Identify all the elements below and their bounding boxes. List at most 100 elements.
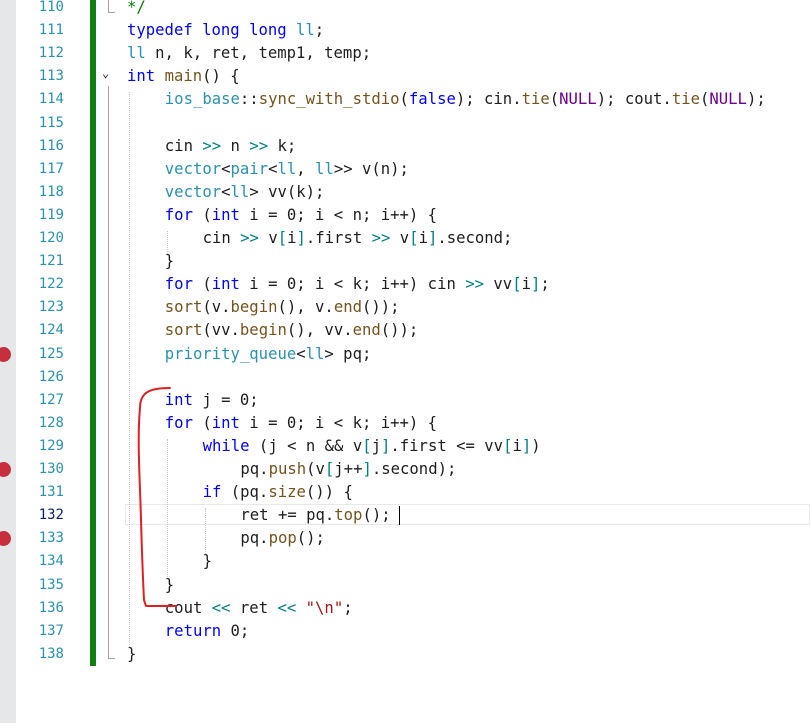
code-line[interactable]: int main() {: [127, 65, 240, 88]
code-line[interactable]: }: [203, 550, 212, 573]
code-token: <<: [211, 598, 231, 617]
code-token: 0;: [221, 621, 250, 640]
code-line[interactable]: while (j < n && v[j].first <= vv[i]): [203, 435, 541, 458]
code-token: false: [408, 90, 456, 109]
code-line[interactable]: pq.push(v[j++].second);: [240, 458, 456, 481]
code-line[interactable]: for (int i = 0; i < k; i++) cin >> vv[i]…: [165, 273, 550, 296]
code-token: (: [399, 90, 409, 109]
line-number: 123: [38, 299, 64, 316]
code-token: vv: [484, 275, 513, 294]
code-line[interactable]: ios_base::sync_with_stdio(false); cin.ti…: [165, 88, 766, 111]
code-token: pop: [268, 529, 297, 548]
line-number: 116: [38, 137, 64, 154]
code-token: begin: [230, 298, 278, 317]
code-token: tie: [521, 90, 550, 109]
line-number: 119: [38, 206, 64, 223]
text-caret: [399, 506, 400, 525]
code-line[interactable]: typedef long long ll;: [127, 19, 324, 42]
code-token: top: [334, 506, 363, 525]
fold-guide-main: [108, 86, 109, 658]
code-token: ]: [530, 275, 541, 294]
code-token: int: [127, 67, 156, 86]
line-number: 138: [38, 645, 64, 662]
code-token: v: [390, 229, 410, 247]
fold-guide-top: [108, 0, 109, 12]
fold-guide-end-top: [108, 12, 115, 13]
code-token: ret: [230, 598, 278, 617]
code-line[interactable]: vector<pair<ll, ll>> v(n);: [165, 158, 409, 181]
indent-guide: [129, 92, 130, 647]
code-token: );: [746, 90, 766, 109]
code-token: size: [268, 483, 306, 502]
current-line-highlight: [125, 504, 810, 525]
code-token: >> v(n);: [333, 159, 409, 178]
code-token: long: [202, 21, 240, 40]
code-line[interactable]: ll n, k, ret, temp1, temp;: [127, 42, 371, 65]
line-number: 128: [38, 414, 64, 431]
breakpoint-margin[interactable]: [0, 0, 16, 723]
code-line[interactable]: int j = 0;: [165, 389, 259, 412]
code-token: ;: [314, 21, 325, 40]
line-number: 112: [38, 45, 64, 62]
code-token: NULL: [559, 90, 597, 109]
code-token: i: [287, 229, 297, 247]
code-token: main: [164, 67, 203, 86]
code-token: >>: [240, 229, 259, 247]
code-line[interactable]: }: [127, 643, 136, 666]
code-line[interactable]: for (int i = 0; i < k; i++) {: [165, 412, 437, 435]
indent-guide: [204, 508, 206, 555]
code-token: ); cout.: [596, 90, 672, 109]
code-line[interactable]: cout << ret << "\n";: [165, 597, 353, 620]
code-token: cin: [202, 229, 241, 247]
code-token: ll: [277, 159, 297, 178]
code-token: int: [211, 275, 240, 294]
code-line[interactable]: if (pq.size()) {: [203, 481, 353, 504]
code-token: NULL: [709, 90, 747, 109]
code-token: pq.: [240, 529, 269, 548]
code-line[interactable]: }: [165, 250, 174, 273]
code-token: ;: [540, 275, 550, 294]
code-line[interactable]: }: [165, 574, 174, 597]
code-token: >>: [249, 136, 269, 155]
code-token: > vv(k);: [249, 182, 325, 201]
line-number: 126: [38, 368, 64, 385]
code-token: <: [221, 182, 231, 201]
code-token: >>: [465, 275, 485, 294]
code-line[interactable]: vector<ll> vv(k);: [165, 181, 325, 204]
code-token: ): [531, 436, 541, 455]
code-token: vector: [164, 182, 222, 201]
code-token: (: [549, 90, 560, 109]
code-token: "\n": [305, 598, 344, 617]
chevron-down-icon[interactable]: ⌄: [102, 66, 109, 80]
code-token: ,: [296, 159, 316, 178]
code-token: ]: [362, 460, 372, 478]
code-token: (: [192, 205, 212, 224]
code-token: ll: [230, 182, 250, 201]
code-token: (vv.: [202, 321, 240, 340]
code-line[interactable]: return 0;: [165, 620, 250, 643]
code-line[interactable]: pq.pop();: [240, 527, 325, 550]
line-number: 114: [38, 91, 64, 108]
code-token: <: [221, 159, 231, 178]
code-line[interactable]: sort(vv.begin(), vv.end());: [165, 319, 419, 342]
code-line[interactable]: ret += pq.top();: [240, 504, 390, 527]
code-line[interactable]: for (int i = 0; i < n; i++) {: [165, 204, 437, 227]
code-token: ();: [362, 506, 391, 525]
code-token: >>: [371, 229, 391, 247]
code-line[interactable]: */: [127, 0, 146, 19]
line-number: 117: [38, 160, 64, 177]
line-number: 130: [38, 461, 64, 477]
code-line[interactable]: sort(v.begin(), v.end());: [165, 296, 400, 319]
code-token: for: [164, 413, 193, 432]
code-token: ());: [362, 298, 400, 317]
code-line[interactable]: cin >> n >> k;: [165, 135, 296, 158]
code-token: int: [164, 390, 193, 409]
code-token: (pq.: [221, 483, 269, 502]
code-line[interactable]: priority_queue<ll> pq;: [165, 343, 372, 366]
code-token: cout: [164, 598, 212, 617]
code-token: ::: [239, 90, 259, 109]
code-line[interactable]: cin >> v[i].first >> v[i].second;: [203, 227, 513, 250]
